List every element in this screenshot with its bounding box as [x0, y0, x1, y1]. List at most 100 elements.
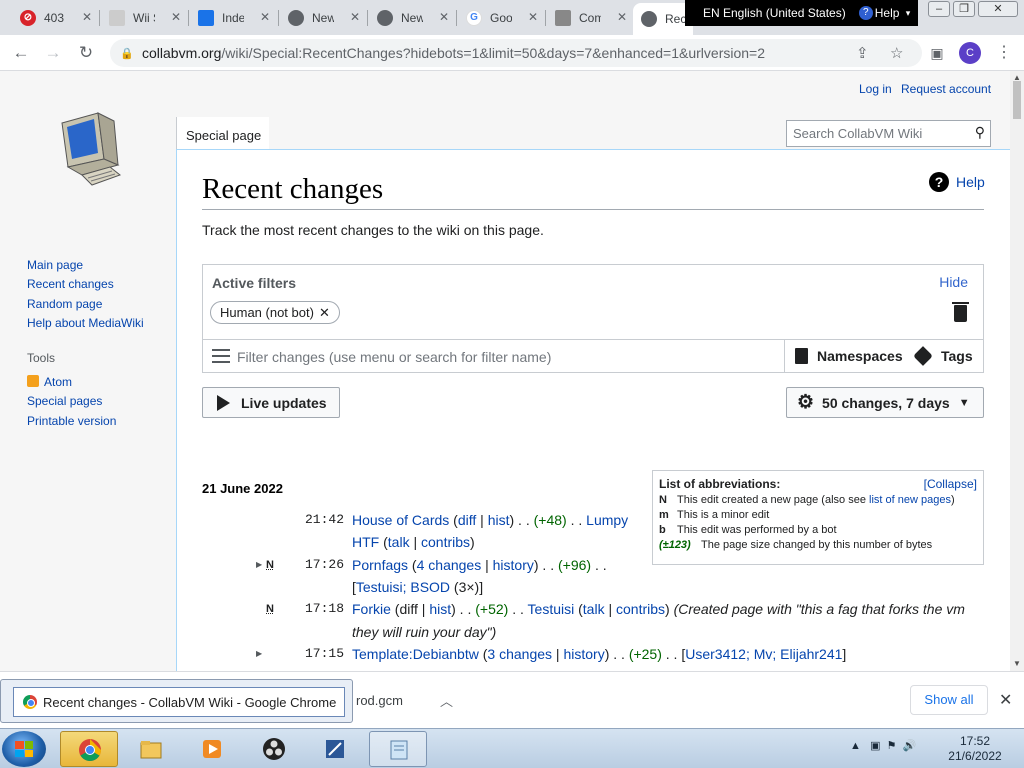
close-icon[interactable]: ✕ — [319, 305, 330, 320]
close-tab-icon[interactable]: ✕ — [260, 10, 270, 24]
scroll-thumb[interactable] — [1013, 81, 1021, 119]
show-all-button[interactable]: Show all — [910, 685, 988, 715]
help-link[interactable]: ? Help — [929, 172, 985, 192]
users-link[interactable]: User3412; Mv; Elijahr241 — [685, 646, 842, 662]
namespaces-button[interactable]: Namespaces — [795, 348, 903, 364]
share-icon[interactable]: ⇪ — [856, 44, 869, 62]
sidebar-item-printable[interactable]: Printable version — [27, 414, 116, 428]
sidebar-item-help[interactable]: Help about MediaWiki — [27, 316, 144, 330]
sidebar-item-main-page[interactable]: Main page — [27, 258, 83, 272]
trash-icon[interactable] — [952, 302, 969, 322]
filter-chip[interactable]: Human (not bot) ✕ — [210, 301, 340, 324]
user-link[interactable]: Testuisi — [528, 601, 575, 617]
close-window-icon[interactable]: ✕ — [978, 1, 1018, 17]
tab-recent-changes[interactable]: Rec — [633, 3, 693, 35]
volume-icon[interactable]: 🔊 — [903, 740, 917, 752]
close-tab-icon[interactable]: ✕ — [439, 10, 449, 24]
user-link[interactable]: HTF — [352, 534, 379, 550]
sidebar-item-recent-changes[interactable]: Recent changes — [27, 277, 114, 291]
contribs-link[interactable]: contribs — [421, 534, 470, 550]
menu-icon[interactable]: ⋮ — [996, 42, 1012, 62]
hist-link[interactable]: hist — [488, 512, 510, 528]
tray-expand-icon[interactable]: ▲ — [850, 740, 861, 752]
hide-filters-link[interactable]: Hide — [939, 274, 968, 290]
close-tab-icon[interactable]: ✕ — [82, 10, 92, 24]
changes-link[interactable]: 3 changes — [487, 646, 552, 662]
talk-link[interactable]: talk — [583, 601, 605, 617]
sidebar-item-random-page[interactable]: Random page — [27, 297, 102, 311]
restore-icon[interactable]: ❐ — [953, 1, 975, 17]
close-tab-icon[interactable]: ✕ — [617, 10, 627, 24]
close-tab-icon[interactable]: ✕ — [171, 10, 181, 24]
page-link[interactable]: Template:Debianbtw — [352, 646, 479, 662]
tab-wii[interactable]: Wii S ✕ — [101, 3, 187, 32]
collapse-link[interactable]: [Collapse] — [924, 477, 977, 491]
history-link[interactable]: history — [563, 646, 604, 662]
page-link[interactable]: Forkie — [352, 601, 391, 617]
changes-link[interactable]: 4 changes — [417, 557, 482, 573]
download-item[interactable]: rod.gcm — [356, 693, 403, 708]
user-link[interactable]: Lumpy — [586, 512, 628, 528]
page-scrollbar[interactable]: ▲ ▼ — [1010, 71, 1024, 671]
close-icon[interactable]: ✕ — [999, 690, 1012, 710]
close-tab-icon[interactable]: ✕ — [528, 10, 538, 24]
flag-icon[interactable]: ⚑ — [887, 740, 897, 752]
taskbar-app[interactable] — [306, 731, 364, 767]
taskbar-obs[interactable] — [245, 731, 303, 767]
page-link[interactable]: House of Cards — [352, 512, 449, 528]
language-bar[interactable]: EN English (United States) ? Help ▾ — [685, 0, 918, 26]
new-pages-link[interactable]: list of new pages — [869, 494, 951, 506]
history-link[interactable]: history — [493, 557, 534, 573]
chevron-up-icon[interactable]: ︿ — [440, 691, 453, 710]
request-account-link[interactable]: Request account — [901, 82, 991, 96]
results-limit-button[interactable]: ⚙ 50 changes, 7 days ▼ — [786, 387, 984, 418]
expand-arrow-icon[interactable]: ▶ — [256, 643, 262, 665]
clock[interactable]: 17:52 21/6/2022 — [940, 734, 1010, 764]
taskbar-thumbnail-tooltip[interactable]: Recent changes - CollabVM Wiki - Google … — [0, 679, 353, 723]
chevron-down-icon[interactable]: ▾ — [902, 4, 914, 22]
filter-search-input[interactable]: Filter changes (use menu or search for f… — [237, 349, 551, 365]
tab-collabvm[interactable]: Com ✕ — [547, 3, 633, 32]
diff-link[interactable]: diff — [458, 512, 476, 528]
page-link[interactable]: Pornfags — [352, 557, 408, 573]
system-tray[interactable]: ▲ ▣ ⚑ 🔊 — [850, 739, 916, 752]
tab-google[interactable]: G Goo ✕ — [458, 3, 544, 32]
taskbar-notepad[interactable] — [369, 731, 427, 767]
sidebar-item-atom[interactable]: Atom — [27, 375, 72, 389]
language-help[interactable]: Help — [875, 6, 900, 20]
login-link[interactable]: Log in — [859, 82, 892, 96]
taskbar-explorer[interactable] — [122, 731, 180, 767]
forward-icon[interactable]: → — [43, 43, 63, 63]
collabvm-logo[interactable] — [52, 109, 122, 193]
address-bar[interactable]: 🔒 collabvm.org/wiki/Special:RecentChange… — [110, 39, 922, 67]
profile-avatar[interactable]: C — [959, 42, 981, 64]
start-button[interactable] — [2, 731, 46, 767]
close-tab-icon[interactable]: ✕ — [350, 10, 360, 24]
taskbar-chrome[interactable] — [60, 731, 118, 767]
tab-index[interactable]: Inde ✕ — [190, 3, 276, 32]
tab-403[interactable]: ⊘ 403 ✕ — [12, 3, 98, 32]
scroll-down-icon[interactable]: ▼ — [1013, 659, 1021, 668]
wiki-search-input[interactable]: Search CollabVM Wiki ⚲ — [786, 120, 991, 147]
side-panel-icon[interactable]: ▣ — [927, 43, 947, 63]
contribs-link[interactable]: contribs — [616, 601, 665, 617]
network-icon[interactable]: ▣ — [870, 740, 880, 752]
back-icon[interactable]: ← — [11, 43, 31, 63]
tags-button[interactable]: Tags — [913, 346, 973, 366]
live-updates-button[interactable]: Live updates — [202, 387, 340, 418]
tab-new-1[interactable]: New ✕ — [280, 3, 366, 32]
hist-link[interactable]: hist — [429, 601, 451, 617]
tab-special-page[interactable]: Special page — [176, 117, 269, 149]
users-link[interactable]: Testuisi; BSOD — [356, 579, 450, 595]
search-icon[interactable]: ⚲ — [975, 124, 985, 141]
expand-arrow-icon[interactable]: ▶ — [256, 554, 262, 576]
minimize-icon[interactable]: – — [928, 1, 950, 17]
sidebar-item-special-pages[interactable]: Special pages — [27, 394, 102, 408]
taskbar-media-player[interactable] — [183, 731, 241, 767]
change-entry-continued: they will ruin your day") — [352, 621, 496, 643]
talk-link[interactable]: talk — [388, 534, 410, 550]
tab-new-2[interactable]: New ✕ — [369, 3, 455, 32]
bookmark-star-icon[interactable]: ☆ — [890, 44, 903, 62]
reload-icon[interactable]: ↻ — [76, 43, 96, 63]
menu-icon[interactable] — [212, 349, 230, 363]
